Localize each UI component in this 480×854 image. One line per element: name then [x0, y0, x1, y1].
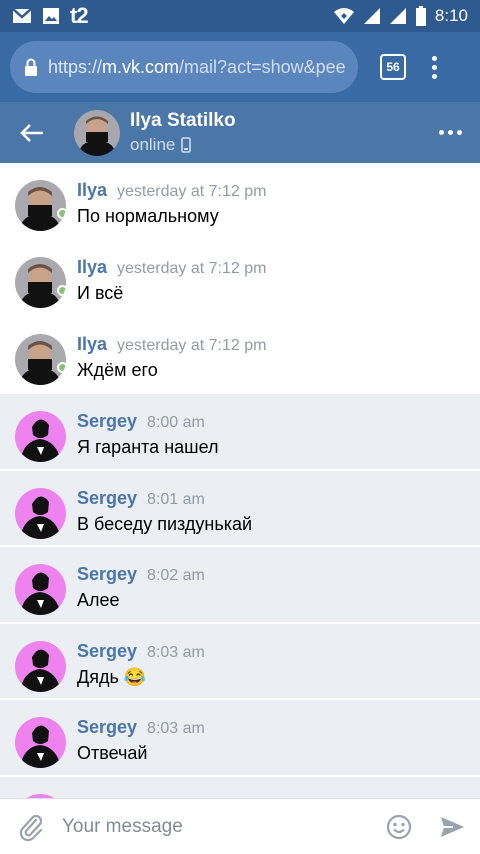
message-time: 8:03 am — [147, 643, 205, 661]
online-indicator — [57, 285, 66, 296]
message-item[interactable]: Ilya yesterday at 7:12 pm Ждём его — [0, 317, 480, 394]
status-bar: t2 8:10 — [0, 0, 480, 32]
address-bar[interactable]: https://m.vk.com/mail?act=show&pee — [10, 41, 358, 93]
avatar[interactable] — [15, 411, 66, 462]
message-text: Алее — [77, 590, 120, 610]
mobile-icon — [181, 137, 192, 153]
online-indicator — [57, 208, 66, 219]
contact-status: online — [130, 135, 236, 155]
avatar[interactable] — [15, 487, 66, 539]
message-input[interactable] — [62, 815, 374, 838]
message-text: По нормальному — [77, 206, 219, 226]
battery-icon — [415, 6, 426, 26]
avatar[interactable] — [15, 717, 66, 768]
contact-name: Ilya Statilko — [130, 110, 236, 131]
smile-icon[interactable] — [374, 814, 424, 840]
browser-menu-icon[interactable] — [432, 55, 437, 79]
message-author[interactable]: Sergey — [77, 641, 137, 662]
signal-icon — [363, 8, 380, 24]
carrier-label: t2 — [70, 3, 89, 28]
message-item[interactable]: Sergey 8:02 am Алее — [0, 547, 480, 624]
message-author[interactable]: Sergey — [77, 564, 137, 585]
message-item[interactable]: Ilya yesterday at 7:12 pm И всё — [0, 240, 480, 317]
image-icon — [43, 8, 59, 24]
message-item[interactable]: Sergey 8:03 am Дядь 😂 — [0, 623, 480, 700]
back-arrow-icon[interactable] — [0, 123, 64, 143]
message-author[interactable]: Ilya — [77, 334, 107, 355]
browser-toolbar: https://m.vk.com/mail?act=show&pee 56 — [0, 32, 480, 102]
signal-icon-2 — [389, 8, 406, 24]
message-text: И всё — [77, 283, 124, 303]
chat-header: Ilya Statilko online — [0, 102, 480, 163]
avatar[interactable] — [15, 564, 66, 615]
paperclip-icon[interactable] — [0, 813, 62, 841]
message-item[interactable]: Ilya yesterday at 7:12 pm По нормальному — [0, 163, 480, 240]
avatar[interactable] — [15, 257, 66, 308]
avatar[interactable] — [15, 334, 66, 385]
message-author[interactable]: Sergey — [77, 411, 137, 432]
tab-switcher-button[interactable]: 56 — [380, 54, 406, 80]
message-item[interactable]: Sergey 8:01 am В беседу пиздунькай — [0, 470, 480, 547]
avatar[interactable] — [15, 180, 66, 231]
message-text: В беседу пиздунькай — [77, 513, 253, 534]
message-author[interactable]: Ilya — [77, 180, 107, 201]
tab-count: 56 — [386, 60, 400, 74]
url-path: /mail?act=show&pee — [179, 56, 346, 77]
message-author[interactable]: Ilya — [77, 257, 107, 278]
message-time: yesterday at 7:12 pm — [117, 260, 267, 277]
url-host: m.vk.com — [102, 56, 180, 77]
send-icon[interactable] — [424, 815, 480, 839]
message-item[interactable]: Sergey 8:00 am Я гаранта нашел — [0, 394, 480, 471]
message-time: yesterday at 7:12 pm — [117, 183, 267, 200]
message-time: 8:01 am — [147, 490, 205, 508]
online-indicator — [57, 362, 66, 373]
more-options-icon[interactable] — [439, 130, 462, 135]
avatar[interactable] — [74, 109, 120, 156]
avatar[interactable] — [15, 640, 66, 692]
message-composer — [0, 798, 480, 854]
message-item[interactable] — [0, 776, 480, 798]
message-time: 8:03 am — [147, 720, 205, 737]
gmail-icon — [12, 8, 32, 23]
message-text: Я гаранта нашел — [77, 437, 219, 457]
clock: 8:10 — [434, 6, 468, 25]
message-author[interactable]: Sergey — [77, 488, 137, 509]
message-time: 8:00 am — [147, 414, 205, 431]
message-text: Ждём его — [77, 360, 158, 380]
message-time: yesterday at 7:12 pm — [117, 337, 267, 354]
wifi-icon — [333, 8, 354, 24]
message-list: Ilya yesterday at 7:12 pm По нормальному … — [0, 163, 480, 798]
message-text: Отвечай — [77, 743, 148, 763]
message-text: Дядь 😂 — [77, 666, 147, 687]
message-item[interactable]: Sergey 8:03 am Отвечай — [0, 700, 480, 777]
status-label: online — [130, 135, 176, 154]
message-time: 8:02 am — [147, 567, 205, 584]
lock-icon — [25, 58, 37, 76]
message-author[interactable]: Sergey — [77, 717, 137, 738]
url-scheme: https:// — [48, 56, 103, 77]
